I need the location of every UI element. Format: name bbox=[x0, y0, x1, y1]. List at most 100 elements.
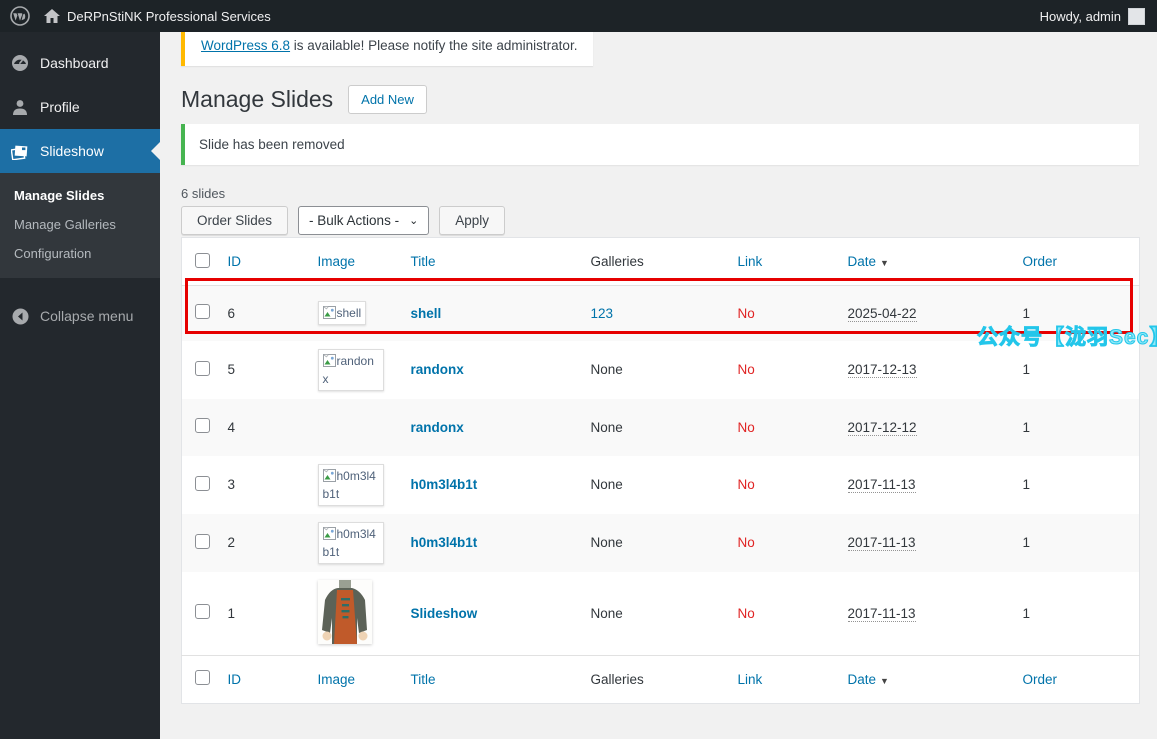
cell-galleries: None bbox=[590, 535, 623, 550]
sidebar-item-label: Profile bbox=[40, 99, 80, 115]
site-name: DeRPnStiNK Professional Services bbox=[67, 8, 271, 24]
slide-title-link[interactable]: randonx bbox=[411, 362, 464, 377]
slide-title-link[interactable]: Slideshow bbox=[411, 606, 478, 621]
row-checkbox[interactable] bbox=[195, 604, 210, 619]
slideshow-submenu: Manage Slides Manage Galleries Configura… bbox=[0, 173, 160, 278]
slides-stack-icon bbox=[10, 143, 30, 160]
column-footer-image[interactable]: Image bbox=[307, 654, 401, 703]
sidebar-item-label: Slideshow bbox=[40, 143, 104, 159]
sidebar-item-profile[interactable]: Profile bbox=[0, 85, 160, 129]
sidebar-item-slideshow[interactable]: Slideshow bbox=[0, 129, 160, 173]
admin-sidebar: Dashboard Profile Slideshow Manage Slide… bbox=[0, 32, 160, 739]
broken-image-thumbnail[interactable]: h0m3l4b1t bbox=[317, 463, 384, 506]
slide-date: 2017-12-12 bbox=[847, 419, 917, 436]
cell-galleries: None bbox=[590, 419, 623, 435]
select-all-checkbox[interactable] bbox=[195, 670, 210, 685]
cell-galleries: None bbox=[590, 605, 623, 621]
user-icon bbox=[10, 99, 30, 116]
collapse-arrow-icon bbox=[10, 308, 30, 325]
image-alt-text: shell bbox=[336, 306, 362, 321]
column-header-order[interactable]: Order bbox=[1012, 237, 1140, 286]
howdy-account-menu[interactable]: Howdy, admin bbox=[1039, 7, 1145, 25]
bulk-actions-select[interactable]: - Bulk Actions - ⌄ bbox=[298, 206, 430, 235]
page-title: Manage Slides bbox=[181, 86, 334, 112]
sort-desc-icon: ▼ bbox=[880, 675, 889, 686]
column-footer-title[interactable]: Title bbox=[400, 654, 581, 703]
chevron-down-icon: ⌄ bbox=[409, 215, 419, 227]
collapse-menu-button[interactable]: Collapse menu bbox=[0, 294, 160, 338]
cell-id: 1 bbox=[227, 605, 236, 621]
slide-date: 2017-11-13 bbox=[847, 605, 916, 622]
column-footer-id[interactable]: ID bbox=[217, 654, 308, 703]
link-status: No bbox=[737, 419, 755, 435]
slide-date: 2017-11-13 bbox=[847, 535, 916, 551]
link-status: No bbox=[737, 305, 755, 321]
column-header-link[interactable]: Link bbox=[727, 237, 838, 286]
cell-order: 1 bbox=[1022, 419, 1031, 435]
row-checkbox[interactable] bbox=[195, 418, 210, 433]
main-content: WordPress 6.8 is available! Please notif… bbox=[160, 0, 1157, 704]
gallery-link[interactable]: 123 bbox=[591, 306, 614, 321]
slide-count: 6 slides bbox=[181, 186, 226, 201]
column-footer-link[interactable]: Link bbox=[727, 654, 838, 703]
slides-table-wrap: ID Image Title Galleries Link Date ▼ Orde… bbox=[181, 237, 1157, 704]
collapse-menu-label: Collapse menu bbox=[40, 308, 134, 324]
column-header-id[interactable]: ID bbox=[217, 237, 308, 286]
slide-title-link[interactable]: randonx bbox=[411, 420, 464, 435]
home-icon bbox=[44, 8, 60, 24]
update-nag-text: is available! Please notify the site adm… bbox=[290, 38, 578, 53]
row-checkbox[interactable] bbox=[195, 533, 210, 549]
cell-image-empty bbox=[308, 399, 401, 456]
select-all-checkbox[interactable] bbox=[195, 252, 210, 268]
row-checkbox[interactable] bbox=[195, 475, 210, 491]
cell-order: 1 bbox=[1022, 362, 1031, 377]
table-row: 5 randonx randonx None No 2017-12-13 1 bbox=[182, 341, 1140, 399]
site-name-link[interactable]: DeRPnStiNK Professional Services bbox=[44, 8, 271, 24]
column-header-galleries: Galleries bbox=[580, 237, 728, 286]
slide-date: 2017-11-13 bbox=[847, 477, 916, 493]
slides-table: ID Image Title Galleries Link Date ▼ Orde… bbox=[181, 237, 1140, 704]
success-notice: Slide has been removed bbox=[181, 124, 1139, 165]
column-header-title[interactable]: Title bbox=[400, 237, 581, 286]
column-footer-date[interactable]: Date ▼ bbox=[837, 654, 1013, 703]
success-notice-text: Slide has been removed bbox=[199, 137, 345, 152]
column-footer-order[interactable]: Order bbox=[1012, 654, 1140, 703]
slide-date: 2025-04-22 bbox=[847, 305, 917, 322]
cell-id: 5 bbox=[227, 362, 236, 377]
howdy-text: Howdy, admin bbox=[1039, 8, 1121, 24]
slide-title-link[interactable]: h0m3l4b1t bbox=[411, 535, 478, 550]
cell-galleries: None bbox=[590, 362, 623, 377]
link-status: No bbox=[737, 535, 755, 550]
submenu-item-manage-galleries[interactable]: Manage Galleries bbox=[0, 210, 160, 239]
table-row: 6 shell shell 123 No 2025-04-22 1 bbox=[181, 285, 1140, 341]
column-header-image[interactable]: Image bbox=[307, 237, 401, 286]
broken-image-thumbnail[interactable]: h0m3l4b1t bbox=[317, 521, 384, 564]
link-status: No bbox=[737, 605, 755, 621]
broken-image-thumbnail[interactable]: randonx bbox=[317, 348, 384, 391]
link-status: No bbox=[737, 477, 755, 492]
column-header-date[interactable]: Date ▼ bbox=[837, 237, 1013, 286]
slide-image-thumbnail[interactable] bbox=[317, 579, 372, 644]
cell-order: 1 bbox=[1022, 305, 1031, 321]
wordpress-update-link[interactable]: WordPress 6.8 bbox=[201, 38, 290, 53]
submenu-item-configuration[interactable]: Configuration bbox=[0, 239, 160, 268]
table-footer-row: ID Image Title Galleries Link Date ▼ Orde… bbox=[181, 654, 1140, 703]
sidebar-item-dashboard[interactable]: Dashboard bbox=[0, 41, 160, 85]
cell-galleries: None bbox=[590, 477, 623, 492]
submenu-item-manage-slides[interactable]: Manage Slides bbox=[0, 181, 160, 210]
broken-image-thumbnail[interactable]: shell bbox=[317, 301, 367, 326]
row-checkbox[interactable] bbox=[195, 360, 210, 376]
order-slides-button[interactable]: Order Slides bbox=[181, 206, 289, 235]
slide-date: 2017-12-13 bbox=[847, 362, 917, 378]
cell-order: 1 bbox=[1022, 535, 1031, 550]
bulk-actions-selected-value: - Bulk Actions - bbox=[309, 213, 400, 228]
wordpress-logo-icon[interactable] bbox=[10, 6, 30, 26]
row-checkbox[interactable] bbox=[195, 304, 210, 320]
cell-id: 3 bbox=[227, 477, 236, 492]
add-new-button[interactable]: Add New bbox=[348, 84, 427, 114]
cell-id: 4 bbox=[227, 419, 236, 435]
slide-title-link[interactable]: h0m3l4b1t bbox=[411, 477, 478, 492]
apply-button[interactable]: Apply bbox=[439, 206, 506, 235]
slide-title-link[interactable]: shell bbox=[411, 306, 442, 321]
cell-id: 2 bbox=[227, 535, 236, 550]
